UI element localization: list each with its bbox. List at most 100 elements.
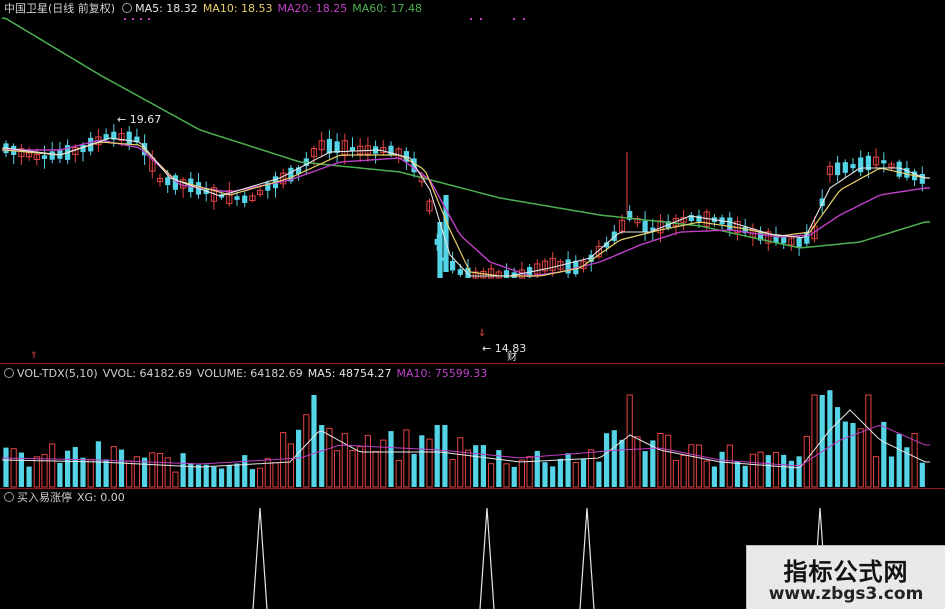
volume-bar (657, 433, 664, 488)
volume-bar (226, 465, 232, 487)
candle-body (565, 259, 571, 274)
volume-bar (357, 446, 364, 488)
xg-value-label: XG: 0.00 (77, 491, 125, 504)
marker-dot (470, 18, 472, 20)
chart-canvas: ⇑⇓ (1, 17, 930, 609)
marker-dot (480, 18, 482, 20)
settings-circle-icon[interactable] (122, 3, 133, 13)
volume-bar (180, 453, 186, 487)
volume-bar (772, 451, 780, 488)
volume-bar (835, 407, 841, 487)
volume-bar (850, 423, 856, 487)
volume-bar (888, 456, 895, 487)
candle-body (781, 236, 787, 244)
volume-bar (480, 445, 486, 487)
volume-bar (695, 444, 703, 488)
price-panel-header: 中国卫星(日线 前复权) MA5: 18.32 MA10: 18.53 MA20: 1… (4, 2, 427, 15)
volume-bar (726, 444, 733, 488)
xg-signal-spike (579, 507, 595, 609)
marker-dot (132, 18, 134, 20)
volume-bar (126, 460, 133, 488)
volume-bar (473, 445, 479, 487)
volume-bar (341, 433, 348, 488)
stock-title: 中国卫星(日线 前复权) (4, 2, 116, 15)
volume-bar (272, 462, 279, 488)
volume-bar (572, 462, 579, 488)
xg-signal-spike (252, 507, 268, 609)
volume-bar (542, 462, 548, 487)
volume-bar (788, 460, 794, 487)
volume-bar (765, 455, 771, 487)
volume-bar (149, 452, 156, 488)
marker-dot (140, 18, 142, 20)
ma60-label: MA60: 17.48 (352, 2, 422, 15)
vol-ma10-label: MA10: 75599.33 (396, 367, 488, 380)
settings-circle-icon[interactable] (4, 492, 14, 502)
volume-bar (434, 425, 440, 487)
candle-body (727, 217, 733, 231)
candle-body (126, 131, 132, 145)
volume-bar (865, 394, 872, 488)
candle-body (234, 196, 240, 200)
low-price-label: ← 14.83 (482, 342, 527, 355)
ma20-label: MA20: 18.25 (277, 2, 348, 15)
volume-bar (403, 429, 410, 488)
candle-body (437, 222, 443, 278)
volume-bar (619, 439, 625, 487)
volume-bar (827, 390, 833, 487)
volume-bar (672, 459, 679, 488)
candle-body (334, 141, 340, 153)
volume-bar (219, 468, 225, 487)
volume-bar (604, 433, 610, 487)
down-arrow-marker: ⇓ (478, 328, 486, 339)
candle-body (457, 269, 463, 275)
volume-bar (95, 441, 101, 487)
volume-bar (565, 453, 571, 487)
candle-body (450, 260, 456, 271)
watermark: 指标公式网 www.zbgs3.com (746, 545, 945, 609)
volume-bar (156, 453, 164, 488)
volume-bar (781, 454, 787, 487)
marker-dot (148, 18, 150, 20)
volume-bar (411, 454, 417, 487)
ma60-line (1, 17, 930, 249)
volume-bar (349, 450, 356, 488)
settings-circle-icon[interactable] (4, 368, 14, 378)
volume-bar (419, 435, 425, 487)
volume-bar (665, 434, 672, 488)
candle-body (858, 157, 864, 173)
volume-bar (87, 458, 94, 488)
ma5-label: MA5: 18.32 (135, 2, 198, 15)
volume-bar (18, 452, 24, 487)
volume-bar (257, 467, 264, 488)
high-price-value: 19.67 (129, 113, 162, 126)
volume-bar (719, 451, 725, 487)
volume-bar (518, 459, 525, 488)
candle-body (881, 160, 887, 164)
volume-bar (72, 447, 78, 487)
volume-bar (488, 463, 495, 488)
volume-bar (796, 456, 802, 487)
volume-bar (550, 466, 556, 487)
volume-bar (442, 425, 448, 487)
stock-chart-window: { "header": { "title": "中国卫星(日线 前复权)", "… (0, 0, 945, 609)
volume-bar (287, 443, 294, 488)
marker-dot (124, 18, 126, 20)
volume-panel-header: VOL-TDX(5,10) VVOL: 64182.69 VOLUME: 64182… (2, 367, 492, 380)
candle-body (842, 162, 848, 173)
candle-body (696, 215, 702, 222)
volume-bar (873, 456, 880, 488)
candle-body (919, 174, 925, 184)
volume-bar (395, 459, 402, 488)
marker-dot (513, 18, 515, 20)
volume-bar (303, 414, 310, 488)
xg-panel-header: 买入易涨停 XG: 0.00 (2, 491, 130, 504)
candle-body (796, 238, 802, 248)
candle-body (41, 155, 48, 159)
volume-bar (449, 459, 456, 488)
volume-bar (334, 450, 341, 488)
volume-bar (234, 463, 240, 487)
volume-bar (388, 431, 394, 487)
high-price-label: ← 19.67 (117, 113, 162, 126)
volume-bar (734, 461, 741, 487)
